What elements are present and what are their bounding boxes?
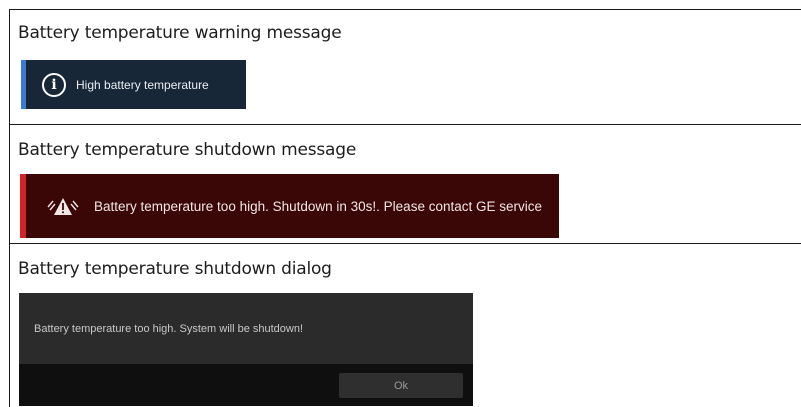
warning-triangle-icon <box>46 195 80 217</box>
info-icon: i <box>42 72 66 97</box>
toast-stripe <box>21 60 26 109</box>
shutdown-dialog: Battery temperature too high. System wil… <box>19 293 473 406</box>
warning-toast: i High battery temperature <box>21 60 246 109</box>
toast-stripe <box>20 174 26 238</box>
screenshot-table: Battery temperature warning message i Hi… <box>9 9 801 407</box>
row-caption: Battery temperature warning message <box>18 23 342 43</box>
row-caption: Battery temperature shutdown message <box>18 140 357 160</box>
shutdown-toast: Battery temperature too high. Shutdown i… <box>20 174 559 238</box>
dialog-footer: Ok <box>19 364 473 406</box>
ok-button[interactable]: Ok <box>339 373 463 398</box>
row-caption: Battery temperature shutdown dialog <box>18 259 332 279</box>
toast-message: Battery temperature too high. Shutdown i… <box>94 198 542 214</box>
table-row-warning: Battery temperature warning message i Hi… <box>10 10 801 125</box>
dialog-message: Battery temperature too high. System wil… <box>34 323 304 335</box>
table-row-shutdown-dialog: Battery temperature shutdown dialog Batt… <box>10 244 801 407</box>
table-row-shutdown-message: Battery temperature shutdown message Bat… <box>10 125 801 244</box>
toast-message: High battery temperature <box>76 77 209 92</box>
